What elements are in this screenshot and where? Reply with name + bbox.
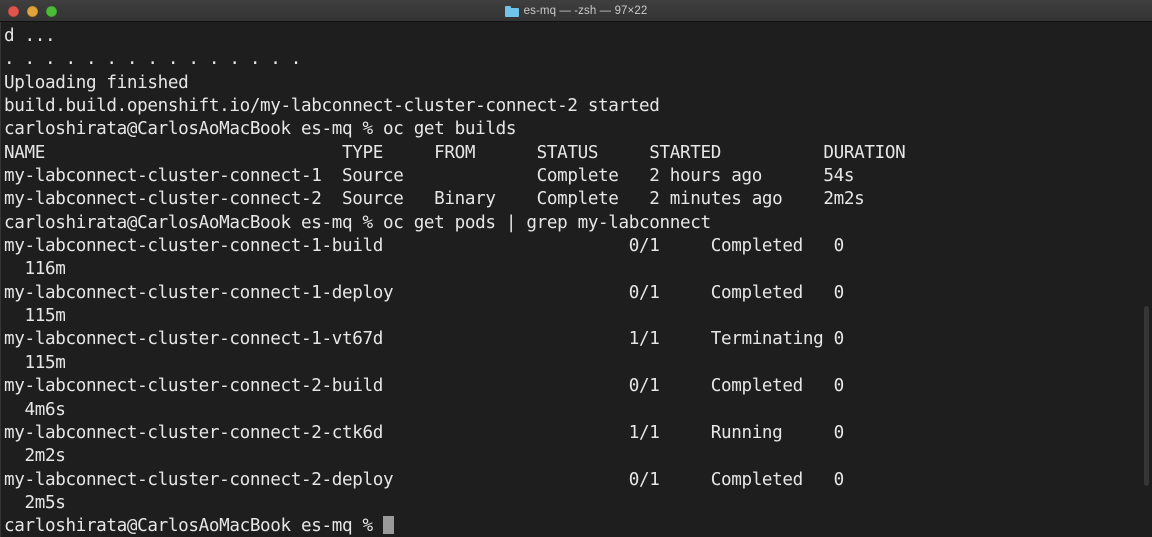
terminal-line: my-labconnect-cluster-connect-1-vt67d 1/… — [4, 329, 844, 350]
terminal-line: 116m — [4, 259, 66, 280]
terminal-line: d ... — [4, 26, 56, 46]
close-button[interactable] — [8, 5, 19, 17]
terminal-line: NAME TYPE FROM STATUS STARTED DURATION — [4, 142, 906, 163]
terminal-line: 115m — [4, 352, 66, 373]
terminal-line: my-labconnect-cluster-connect-2 Source B… — [4, 189, 865, 210]
terminal-body[interactable]: d ... . . . . . . . . . . . . . . . Upload… — [0, 22, 1152, 537]
terminal-line: my-labconnect-cluster-connect-1-build 0/… — [4, 236, 844, 257]
traffic-light-group — [8, 0, 57, 22]
terminal-line: my-labconnect-cluster-connect-1 Source C… — [4, 166, 855, 187]
terminal-line: 4m6s — [4, 399, 66, 420]
folder-icon — [504, 5, 519, 17]
terminal-scrollbar[interactable] — [1142, 46, 1149, 537]
terminal-line: . . . . . . . . . . . . . . . — [4, 49, 302, 70]
maximize-button[interactable] — [46, 5, 57, 17]
minimize-button[interactable] — [27, 5, 38, 17]
terminal-line: my-labconnect-cluster-connect-2-ctk6d 1/… — [4, 422, 844, 443]
window-title-group: es-mq — -zsh — 97×22 — [0, 0, 1152, 22]
text-cursor — [382, 516, 394, 535]
terminal-line: my-labconnect-cluster-connect-2-build 0/… — [4, 376, 844, 397]
scrollbar-thumb[interactable] — [1144, 306, 1149, 486]
terminal-output: d ... . . . . . . . . . . . . . . . Upload… — [1, 25, 1152, 537]
terminal-line: carloshirata@CarlosAoMacBook es-mq % — [4, 515, 1152, 537]
terminal-line: my-labconnect-cluster-connect-2-deploy 0… — [4, 469, 844, 490]
window-title: es-mq — -zsh — 97×22 — [523, 5, 648, 17]
terminal-line: 2m5s — [4, 492, 66, 513]
terminal-line: carloshirata@CarlosAoMacBook es-mq % oc … — [4, 119, 517, 140]
window-titlebar[interactable]: es-mq — -zsh — 97×22 — [0, 0, 1152, 22]
terminal-line: Uploading finished — [4, 72, 189, 93]
terminal-line: 115m — [4, 306, 66, 327]
terminal-window: es-mq — -zsh — 97×22 d ... . . . . . . . … — [0, 0, 1152, 537]
terminal-line: 2m2s — [4, 446, 66, 467]
terminal-line: my-labconnect-cluster-connect-1-deploy 0… — [4, 282, 844, 303]
terminal-line: carloshirata@CarlosAoMacBook es-mq % oc … — [4, 212, 711, 233]
terminal-line: build.build.openshift.io/my-labconnect-c… — [4, 96, 660, 117]
